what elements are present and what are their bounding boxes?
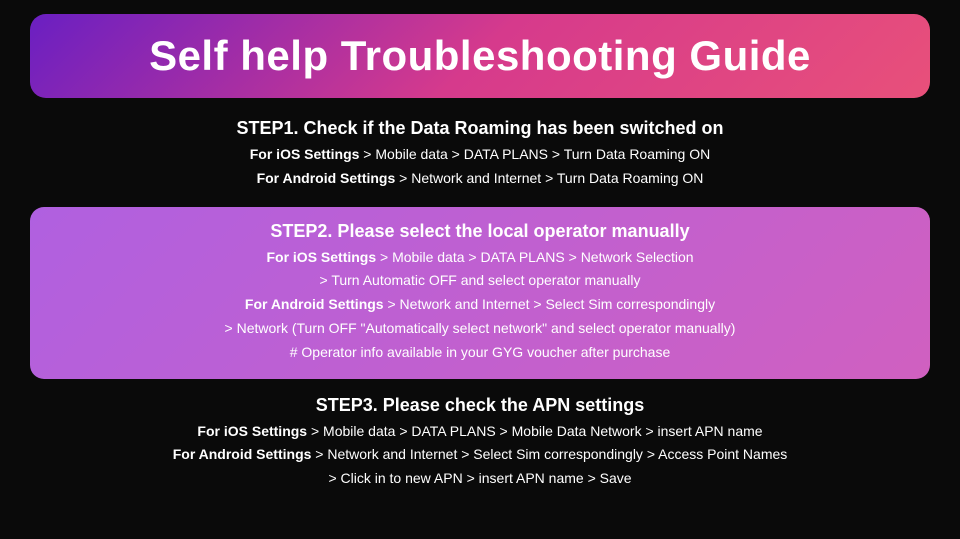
- step2-ios-bold: For iOS Settings: [266, 249, 376, 265]
- step3-block: STEP3. Please check the APN settings For…: [30, 385, 930, 501]
- step2-operator-info: # Operator info available in your GYG vo…: [290, 344, 671, 360]
- title-banner: Self help Troubleshooting Guide: [30, 14, 930, 98]
- content-area: STEP1. Check if the Data Roaming has bee…: [0, 108, 960, 501]
- page-title: Self help Troubleshooting Guide: [60, 32, 900, 80]
- step1-ios-bold: For iOS Settings: [250, 146, 360, 162]
- step2-android-bold: For Android Settings: [245, 296, 384, 312]
- step3-android-text: > Network and Internet > Select Sim corr…: [311, 446, 787, 462]
- step3-save-text: > Click in to new APN > insert APN name …: [328, 470, 631, 486]
- step2-turn-auto: > Turn Automatic OFF and select operator…: [320, 272, 641, 288]
- step1-android-bold: For Android Settings: [257, 170, 396, 186]
- step3-ios-text: > Mobile data > DATA PLANS > Mobile Data…: [307, 423, 762, 439]
- step2-ios-text: > Mobile data > DATA PLANS > Network Sel…: [376, 249, 693, 265]
- step1-android-text: > Network and Internet > Turn Data Roami…: [395, 170, 703, 186]
- step1-ios-text: > Mobile data > DATA PLANS > Turn Data R…: [359, 146, 710, 162]
- step1-block: STEP1. Check if the Data Roaming has bee…: [30, 108, 930, 201]
- step1-line2: For Android Settings > Network and Inter…: [50, 167, 910, 191]
- step1-title: STEP1. Check if the Data Roaming has bee…: [50, 118, 910, 139]
- step2-block: STEP2. Please select the local operator …: [30, 207, 930, 379]
- step1-line1: For iOS Settings > Mobile data > DATA PL…: [50, 143, 910, 167]
- step2-line5: # Operator info available in your GYG vo…: [60, 341, 900, 365]
- step3-title: STEP3. Please check the APN settings: [50, 395, 910, 416]
- step2-line1: For iOS Settings > Mobile data > DATA PL…: [60, 246, 900, 270]
- step3-line3: > Click in to new APN > insert APN name …: [50, 467, 910, 491]
- step2-line2: > Turn Automatic OFF and select operator…: [60, 269, 900, 293]
- step3-ios-bold: For iOS Settings: [197, 423, 307, 439]
- step2-line3: For Android Settings > Network and Inter…: [60, 293, 900, 317]
- step2-network-text: > Network (Turn OFF "Automatically selec…: [225, 320, 736, 336]
- step2-android-text: > Network and Internet > Select Sim corr…: [384, 296, 716, 312]
- step3-line2: For Android Settings > Network and Inter…: [50, 443, 910, 467]
- step3-android-bold: For Android Settings: [173, 446, 312, 462]
- step3-line1: For iOS Settings > Mobile data > DATA PL…: [50, 420, 910, 444]
- step2-title: STEP2. Please select the local operator …: [60, 221, 900, 242]
- step2-line4: > Network (Turn OFF "Automatically selec…: [60, 317, 900, 341]
